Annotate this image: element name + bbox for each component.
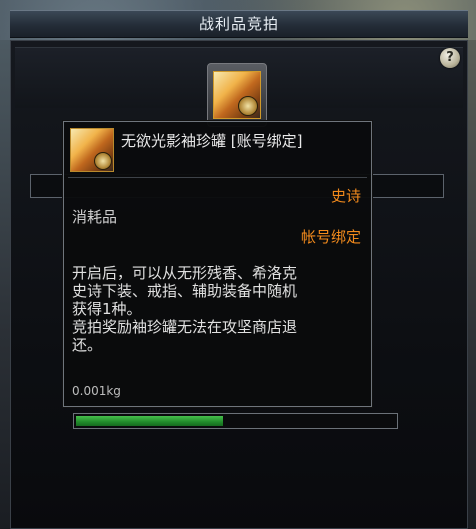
help-button[interactable]: ?	[440, 48, 460, 68]
item-description: 开启后，可以从无形残香、希洛克 史诗下装、戒指、辅助装备中随机 获得1种。 竞拍…	[72, 264, 362, 354]
tooltip-divider	[68, 177, 367, 178]
item-name: 无欲光影袖珍罐 [账号绑定]	[121, 132, 303, 150]
item-type: 消耗品	[72, 208, 118, 226]
scene-edge-left	[0, 40, 10, 529]
description-line: 获得1种。	[72, 300, 142, 318]
scene-edge-right	[468, 40, 476, 529]
window-title: 战利品竞拍	[10, 10, 468, 38]
description-line: 史诗下装、戒指、辅助装备中随机	[72, 282, 298, 300]
auction-timer-bar	[73, 413, 398, 429]
account-bound-badge-icon	[238, 96, 258, 116]
item-weight: 0.001kg	[72, 384, 121, 398]
description-line: 竞拍奖励袖珍罐无法在攻坚商店退	[72, 318, 298, 336]
pouch-item-icon	[70, 128, 114, 172]
item-rarity: 史诗	[330, 187, 361, 205]
auction-timer-fill	[76, 416, 223, 426]
auction-item-slot[interactable]	[207, 63, 267, 127]
account-bound-badge-icon	[94, 152, 112, 170]
item-binding: 帐号绑定	[300, 228, 361, 246]
description-line: 开启后，可以从无形残香、希洛克	[72, 264, 298, 282]
item-tooltip: 无欲光影袖珍罐 [账号绑定] 史诗 消耗品 帐号绑定 开启后，可以从无形残香、希…	[63, 121, 372, 407]
description-line: 还。	[72, 336, 103, 354]
pouch-item-icon	[213, 71, 261, 119]
